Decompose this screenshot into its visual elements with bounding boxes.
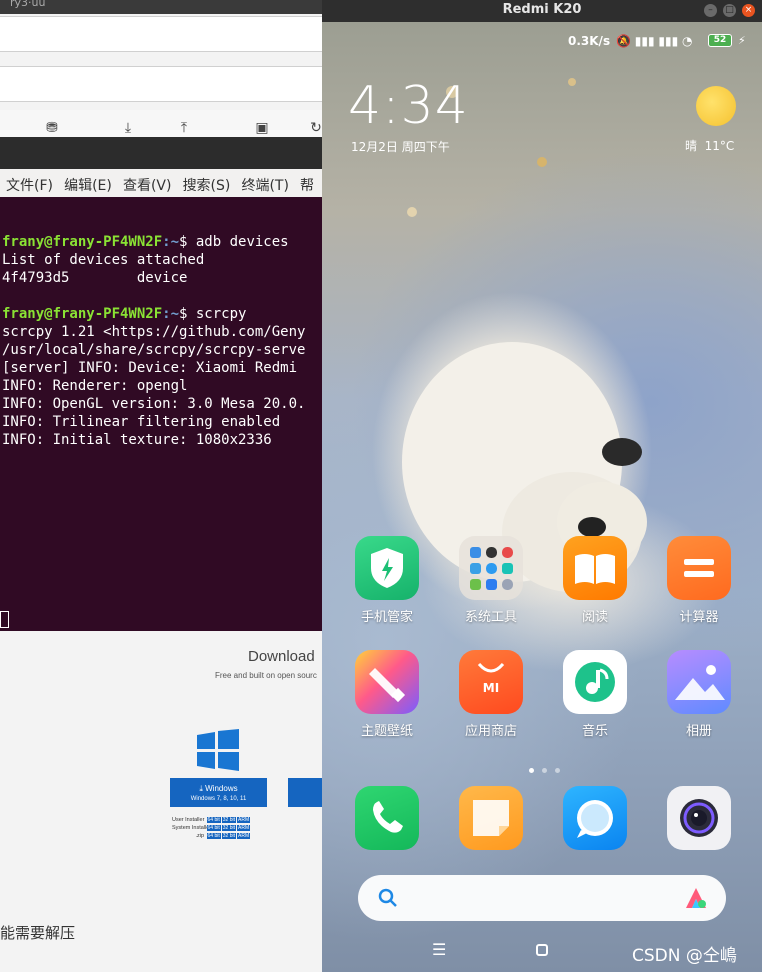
scrcpy-window-title: Redmi K20 [502,2,582,17]
menu-file[interactable]: 文件(F) [0,169,53,195]
terminal-line: List of devices attached [2,252,205,268]
app-reader[interactable]: 阅读 [555,536,635,625]
terminal-line: INFO: Renderer: opengl [2,378,188,394]
terminal-line: [server] INFO: Device: Xiaomi Redmi [2,360,306,376]
app-gallery[interactable]: 相册 [659,650,739,739]
download-title: Download [248,648,315,665]
battery-icon: 52 [708,34,732,47]
page-indicator [525,758,564,777]
message-bubble-icon [563,786,627,850]
folder-icon [459,536,523,600]
terminal-menubar: 文件(F) 编辑(E) 查看(V) 搜索(S) 终端(T) 帮 [0,169,322,197]
app-security[interactable]: 手机管家 [347,536,427,625]
menu-view[interactable]: 查看(V) [117,169,172,195]
page-bottom-text: 能需要解压 [0,924,76,942]
app-calculator[interactable]: 计算器 [659,536,739,625]
terminal-line: /usr/local/share/scrcpy/scrcpy-serve [2,342,306,358]
terminal-line: 4f4793d5 device [2,270,188,286]
maximize-icon[interactable]: □ [723,4,736,17]
music-note-icon [563,650,627,714]
minimize-icon[interactable]: – [704,4,717,17]
network-speed: 0.3K/s [568,34,611,48]
scrcpy-titlebar: Redmi K20 – □ × [322,0,762,22]
terminal-output: frany@frany-PF4WN2F:~$ adb devices List o… [2,215,322,485]
terminal-line: frany@frany-PF4WN2F:~$ scrcpy [2,306,247,322]
recent-apps-icon[interactable]: ☰ [432,940,446,959]
menu-search[interactable]: 搜索(S) [177,169,231,195]
terminal-titlebar [0,137,322,169]
assistant-icon[interactable] [684,886,708,910]
charging-icon: ⚡ [738,34,746,47]
mountain-photo-icon [667,650,731,714]
dock-phone[interactable] [347,786,427,850]
save-icon[interactable]: ▣ [254,120,270,136]
upload-icon[interactable]: ⤒ [176,120,192,136]
dock-messages[interactable] [555,786,635,850]
terminal-line: INFO: Initial texture: 1080x2336 [2,432,272,448]
home-clock[interactable]: 4:34 [348,76,469,136]
menu-edit[interactable]: 编辑(E) [58,169,112,195]
close-icon[interactable]: × [742,4,755,17]
calculator-icon [667,536,731,600]
watermark: CSDN @仝嶋 [632,946,737,966]
background-address-bar[interactable] [0,16,323,52]
weather-info: 晴 11°C [685,139,735,153]
app-music[interactable]: 音乐 [555,650,635,739]
windows-download-button[interactable]: ⤓ Windows Windows 7, 8, 10, 11 [170,778,267,807]
notes-icon [459,786,523,850]
signal-icons: 🔕 ▮▮▮ ▮▮▮ ◔ [616,34,693,48]
book-icon [563,536,627,600]
search-bar[interactable] [358,875,726,921]
background-search-bar[interactable] [0,66,323,102]
windows-logo-icon [197,729,239,771]
background-window-title: ry3·uu [10,0,46,9]
installer-row: System Installer 64 bit 32 bit ARM [172,825,251,831]
phone-screen[interactable]: 0.3K/s 🔕 ▮▮▮ ▮▮▮ ◔ 52 ⚡ 4:34 12月2日 周四下午 … [322,22,762,972]
home-date: 12月2日 周四下午 [351,140,450,154]
menu-help[interactable]: 帮 [294,169,314,195]
shopping-bag-icon: MI [459,650,523,714]
installer-row: User Installer 64 bit 32 bit ARM [172,817,251,823]
terminal-window[interactable]: 文件(F) 编辑(E) 查看(V) 搜索(S) 终端(T) 帮 frany@fr… [0,137,322,631]
paintbrush-icon [355,650,419,714]
app-store[interactable]: MI 应用商店 [451,650,531,739]
scrcpy-window[interactable]: Redmi K20 – □ × 0.3K/s 🔕 ▮▮▮ ▮▮▮ ◔ 52 ⚡ … [322,0,762,972]
dock-notes[interactable] [451,786,531,850]
background-toolbar: ⛃ ⤓ ⤒ ▣ ↻ [0,110,322,138]
terminal-line: scrcpy 1.21 <https://github.com/Geny [2,324,306,340]
terminal-line: frany@frany-PF4WN2F:~$ adb devices [2,234,289,250]
search-icon [378,888,397,907]
app-system-tools[interactable]: 系统工具 [451,536,531,625]
dock-camera[interactable] [659,786,739,850]
terminal-cursor [0,611,9,628]
menu-terminal[interactable]: 终端(T) [235,169,288,195]
download-icon[interactable]: ⤓ [120,120,136,136]
weather-sun-icon[interactable] [696,86,736,126]
phone-icon [355,786,419,850]
stamp-icon[interactable]: ⛃ [44,120,60,136]
installer-row: .zip 64 bit 32 bit ARM [195,833,251,839]
terminal-line: INFO: OpenGL version: 3.0 Mesa 20.0. [2,396,306,412]
home-icon[interactable] [536,944,548,956]
camera-icon [667,786,731,850]
shield-icon [355,536,419,600]
terminal-line: INFO: Trilinear filtering enabled [2,414,281,430]
background-window-titlebar: ry3·uu [0,0,322,14]
app-themes[interactable]: 主题壁纸 [347,650,427,739]
debian-download-button[interactable] [288,778,322,807]
download-subtitle: Free and built on open sourc [215,671,317,680]
svg-text:MI: MI [483,681,499,695]
